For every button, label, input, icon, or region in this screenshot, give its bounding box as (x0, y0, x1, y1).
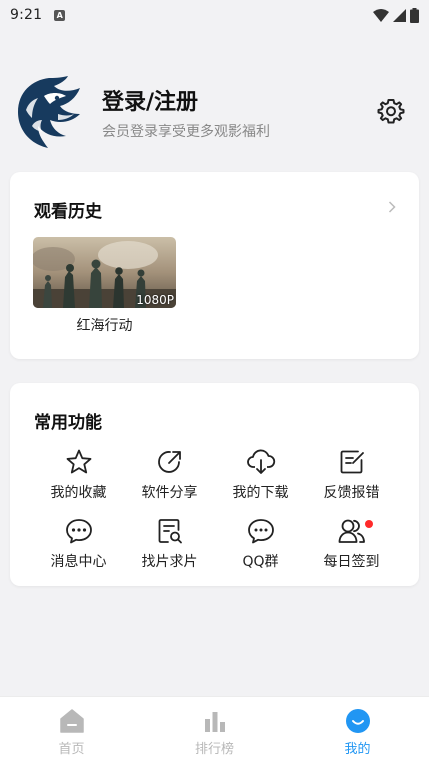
search-document-icon (155, 516, 185, 546)
tab-label: 排行榜 (194, 742, 234, 757)
watch-history-card: 观看历史 1080P 红海行动 (10, 172, 419, 359)
feedback-button[interactable]: 反馈报错 (306, 447, 397, 502)
qq-group-button[interactable]: QQ群 (215, 516, 306, 571)
history-item-title[interactable]: 红海行动 (33, 315, 176, 335)
status-icons (373, 7, 419, 23)
star-icon (64, 447, 94, 477)
users-icon (337, 516, 367, 546)
function-label: 找片求片 (141, 554, 198, 570)
function-label: 我的下载 (232, 485, 289, 501)
status-time: 9:21 (10, 7, 43, 23)
function-grid: 我的收藏 软件分享 我的下载 反馈报错 消息中心 找片求片 QQ群 每日签到 (33, 447, 397, 571)
signal-icon (393, 8, 406, 22)
function-label: 每日签到 (323, 554, 380, 570)
feedback-icon (337, 447, 367, 477)
a-notification-icon: A (54, 9, 66, 21)
function-label: 消息中心 (50, 554, 107, 570)
login-register-title[interactable]: 登录/注册 (102, 84, 198, 116)
chat-icon (246, 516, 276, 546)
share-icon (155, 447, 185, 477)
watch-history-title: 观看历史 (34, 202, 102, 222)
daily-checkin-button[interactable]: 每日签到 (306, 516, 397, 571)
function-label: QQ群 (242, 554, 279, 570)
bar-chart-icon (201, 707, 229, 735)
message-icon (64, 516, 94, 546)
settings-button[interactable] (374, 94, 408, 128)
history-more-button[interactable] (385, 199, 399, 215)
chevron-right-icon (388, 201, 396, 213)
common-functions-card: 常用功能 我的收藏 软件分享 我的下载 反馈报错 消息中心 找片求片 QQ群 每… (10, 383, 419, 586)
tab-home[interactable]: 首页 (0, 697, 143, 762)
battery-icon (410, 7, 419, 23)
gear-icon (377, 99, 405, 124)
common-functions-title: 常用功能 (34, 413, 102, 433)
bottom-tab-bar: 首页 排行榜 我的 (0, 696, 429, 762)
my-favorites-button[interactable]: 我的收藏 (33, 447, 124, 502)
login-subtitle: 会员登录享受更多观影福利 (102, 124, 270, 140)
notification-dot (365, 520, 373, 528)
smile-icon (344, 707, 372, 735)
function-label: 我的收藏 (50, 485, 107, 501)
status-bar: 9:21 A (0, 0, 429, 30)
cloud-download-icon (246, 447, 276, 477)
share-app-button[interactable]: 软件分享 (124, 447, 215, 502)
avatar-eagle-logo[interactable] (14, 74, 84, 150)
wifi-icon (373, 8, 389, 22)
tab-ranking[interactable]: 排行榜 (143, 697, 286, 762)
function-label: 软件分享 (141, 485, 198, 501)
message-center-button[interactable]: 消息中心 (33, 516, 124, 571)
function-label: 反馈报错 (323, 485, 380, 501)
my-downloads-button[interactable]: 我的下载 (215, 447, 306, 502)
profile-header[interactable]: 登录/注册 会员登录享受更多观影福利 (0, 70, 429, 150)
tab-label: 首页 (58, 742, 85, 757)
quality-badge: 1080P (136, 293, 174, 307)
request-movie-button[interactable]: 找片求片 (124, 516, 215, 571)
history-item-thumbnail[interactable]: 1080P (33, 237, 176, 308)
tab-mine[interactable]: 我的 (286, 697, 429, 762)
home-icon (58, 707, 86, 735)
tab-label: 我的 (344, 742, 371, 757)
